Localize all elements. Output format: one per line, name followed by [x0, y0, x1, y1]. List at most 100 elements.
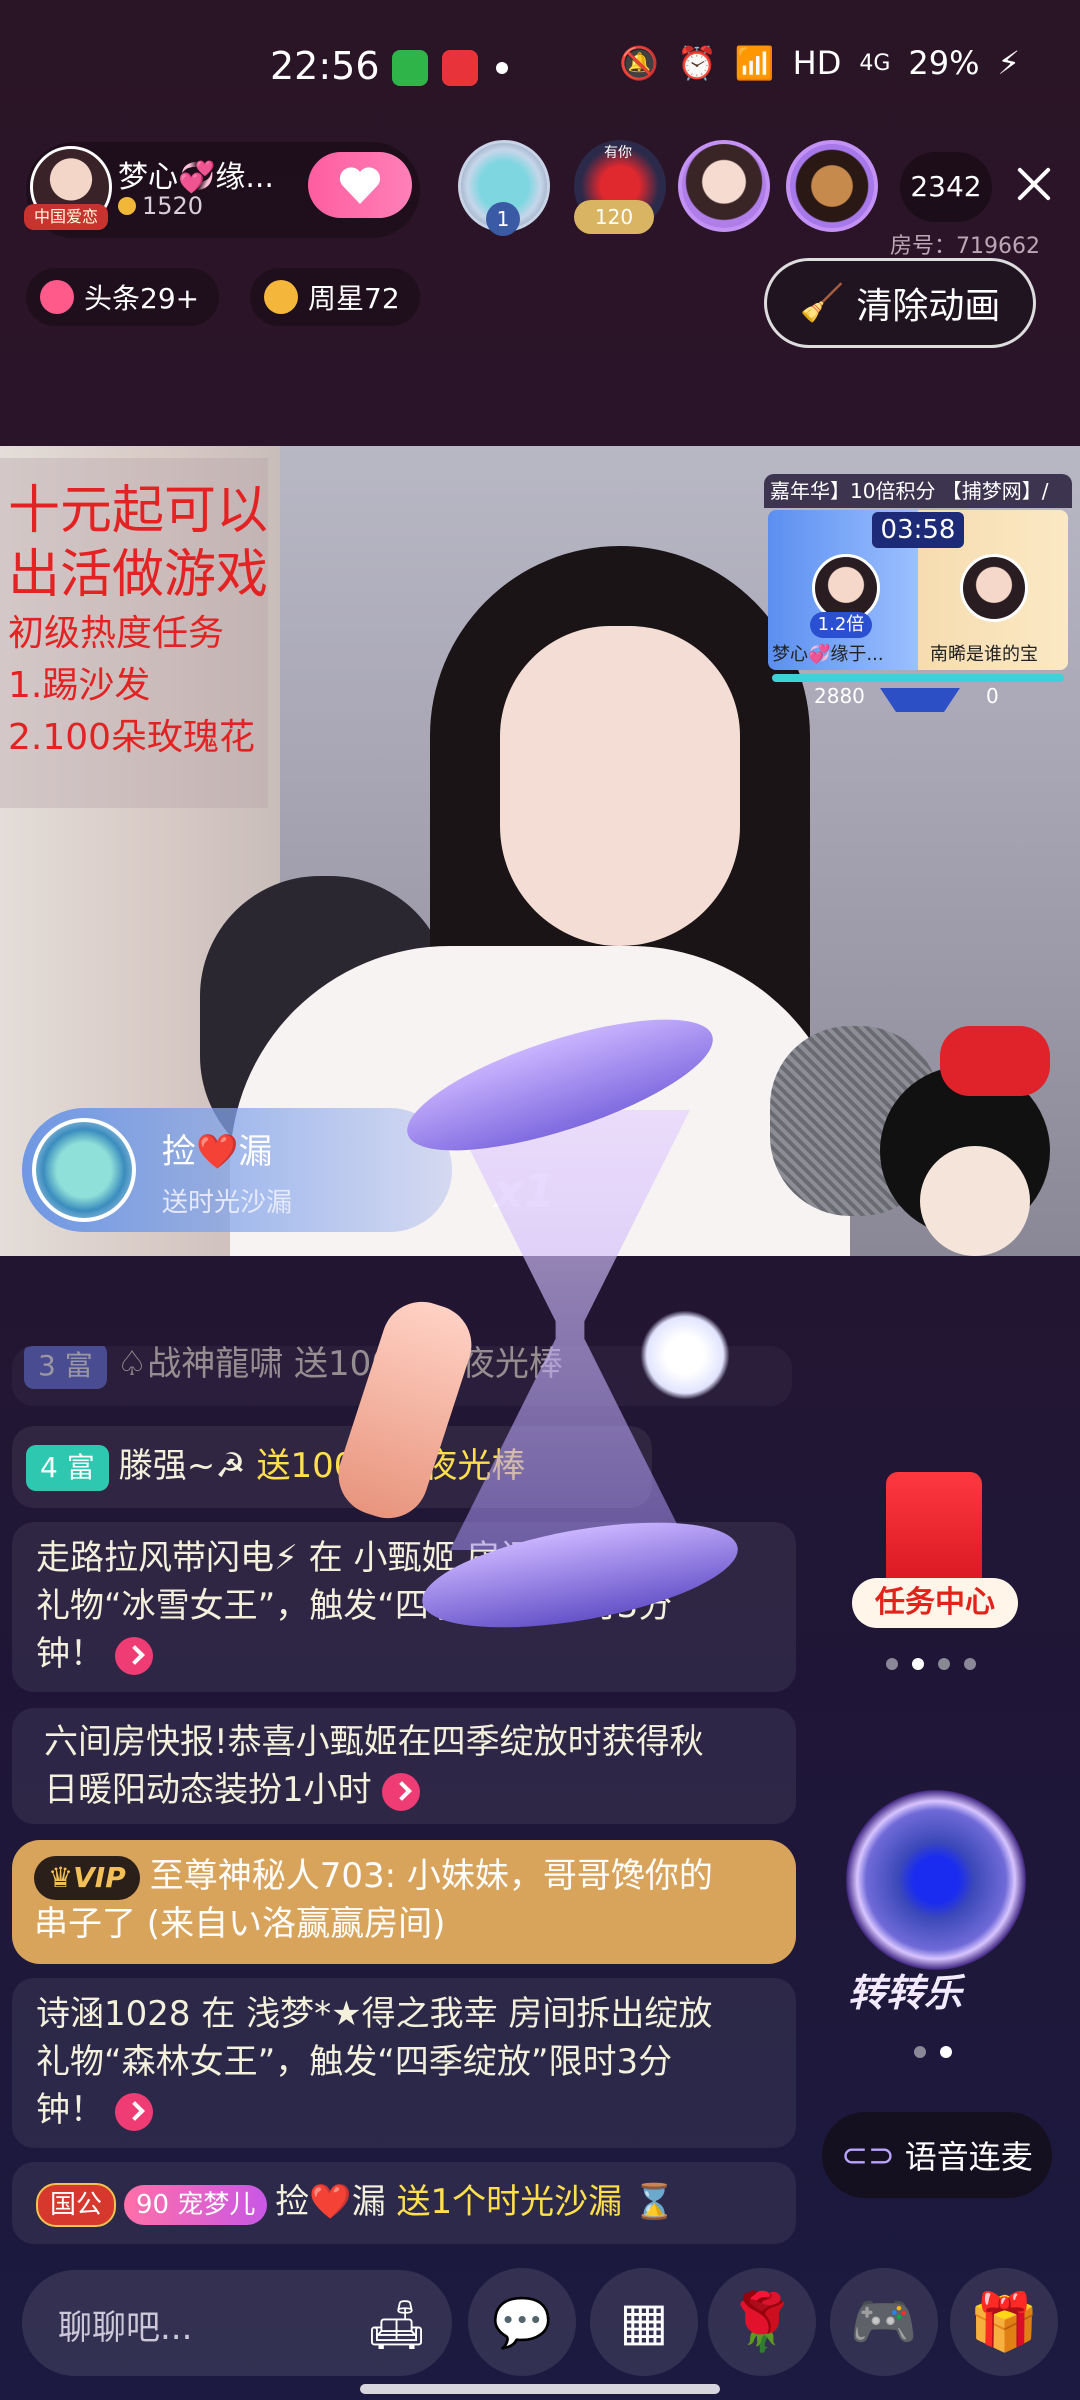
pk-right-score: 0: [986, 684, 999, 706]
promo-line-3: 初级热度任务: [8, 613, 225, 654]
chat-message[interactable]: 国公 90 宠梦儿 捡❤️漏 送1个时光沙漏 ⌛: [12, 2162, 796, 2244]
vip-chat-message[interactable]: ♛VIP 至尊神秘人703: 小妹妹，哥哥馋你的 串子了 (来自い洛赢赢房间): [12, 1840, 796, 1964]
wealth-level-badge: 3 富: [24, 1346, 107, 1389]
pk-multiplier: 1.2倍: [810, 612, 872, 638]
gift-icon: 🎁: [969, 2290, 1039, 2355]
alarm-icon: ⏰: [676, 44, 717, 82]
hourglass-ribbon: [328, 1291, 482, 1529]
viewer-avatar-4[interactable]: [786, 140, 878, 232]
spin-wheel-label[interactable]: 转转乐: [848, 1962, 962, 2017]
status-time: 22:56: [270, 44, 380, 88]
star-icon: [264, 280, 298, 314]
viewer-avatar-3[interactable]: [678, 140, 770, 232]
pager-dot: [886, 1658, 898, 1670]
pk-left-name: 梦心💞缘于...: [772, 644, 884, 665]
coin-icon: [118, 197, 136, 215]
pk-header: 嘉年华】10倍积分 【捕梦网】/: [764, 474, 1072, 508]
wealth-level-badge: 4 富: [26, 1445, 109, 1491]
chat-message[interactable]: 六间房快报!恭喜小甄姬在四季绽放时获得秋 日暖阳动态装扮1小时: [12, 1708, 796, 1824]
gift-sender-avatar[interactable]: [32, 1118, 136, 1222]
pk-right-name: 南晞是谁的宝: [930, 644, 1038, 665]
apps-button[interactable]: ▦: [590, 2268, 698, 2376]
promo-line-2: 出活做游戏: [8, 545, 269, 605]
fan-level: 90: [136, 2190, 170, 2220]
rose-icon: 🌹: [727, 2290, 797, 2355]
more-notifications-icon: [496, 62, 508, 74]
pk-battle-widget[interactable]: 嘉年华】10倍积分 【捕梦网】/ 03:58 1.2倍 梦心💞缘于... 南晞是…: [764, 474, 1072, 706]
heart-plus-icon: [339, 166, 381, 204]
pk-left-score: 2880: [814, 684, 865, 706]
plush-bow: [940, 1026, 1050, 1096]
home-indicator[interactable]: [360, 2384, 720, 2394]
viewer-avatar-2-caption: 有你: [604, 145, 632, 161]
shopping-app-icon: [392, 50, 428, 86]
chat-message[interactable]: 诗涵1028 在 浅梦*★得之我幸 房间拆出绽放 礼物“森林女王”，触发“四季绽…: [12, 1978, 796, 2148]
viewer-count[interactable]: 2342: [900, 152, 992, 222]
chat-gift-text: 送1个时光沙漏: [396, 2182, 623, 2222]
pager-dot: [964, 1658, 976, 1670]
chat-username[interactable]: 滕强~☭: [119, 1446, 246, 1486]
voice-link-button[interactable]: ⊂⊃ 语音连麦: [822, 2112, 1052, 2198]
host-name[interactable]: 梦心💞缘...: [118, 152, 274, 196]
chat-line: 串子了 (来自い洛赢赢房间): [34, 1904, 446, 1944]
chat-line: 钟！: [36, 2090, 104, 2130]
hourglass-gift-animation: [328, 992, 790, 1648]
game-button[interactable]: 🎮: [830, 2268, 938, 2376]
pk-right-avatar[interactable]: [960, 554, 1028, 622]
streamer-face: [500, 626, 740, 946]
message-icon: 💬: [492, 2294, 552, 2351]
video-app-icon: [442, 50, 478, 86]
viewer-badge-1: 1: [486, 202, 520, 236]
gift-sender-name: 捡❤️漏: [162, 1132, 273, 1172]
wifi-icon: 📶: [734, 44, 775, 82]
chat-username[interactable]: 捡❤️漏: [275, 2182, 385, 2222]
battery-label: 29%: [908, 44, 980, 82]
chevron-right-icon[interactable]: [114, 1636, 153, 1675]
pager-dot-active: [940, 2046, 952, 2058]
broom-icon: 🧹: [799, 283, 845, 324]
pk-timer: 03:58: [872, 512, 964, 548]
headline-chip[interactable]: 头条29+: [26, 268, 220, 326]
chat-input-placeholder[interactable]: 聊聊吧...: [58, 2300, 192, 2349]
sofa-icon[interactable]: 🛋: [366, 2296, 427, 2353]
pager-dot: [914, 2046, 926, 2058]
fan-group-name: 宠梦儿: [177, 2190, 256, 2220]
gift-button[interactable]: 🎁: [950, 2268, 1058, 2376]
weekly-star-chip[interactable]: 周星72: [250, 268, 420, 326]
message-button[interactable]: 💬: [468, 2268, 576, 2376]
network-label: HD: [792, 44, 842, 82]
room-number: 房号：719662: [890, 234, 1040, 259]
clear-animation-button[interactable]: 🧹 清除动画: [764, 258, 1036, 348]
fan-tag: 90 宠梦儿: [124, 2185, 268, 2225]
pager-dot: [938, 1658, 950, 1670]
chat-line: 六间房快报!恭喜小甄姬在四季绽放时获得秋: [44, 1722, 704, 1762]
chevron-right-icon[interactable]: [382, 1772, 421, 1811]
chat-line: 诗涵1028 在 浅梦*★得之我幸 房间拆出绽放: [36, 1994, 713, 2034]
chat-line: 日暖阳动态装扮1小时: [44, 1770, 372, 1810]
rose-gift-button[interactable]: 🌹: [708, 2268, 816, 2376]
plush-face: [920, 1146, 1030, 1256]
weekly-star-label: 周星72: [308, 282, 400, 315]
gamepad-icon: 🎮: [850, 2290, 918, 2353]
grid-icon: ▦: [619, 2292, 669, 2352]
follow-button[interactable]: [308, 152, 412, 218]
hourglass-gift-icon: ⌛: [633, 2182, 676, 2222]
red-envelope-icon: [886, 1472, 982, 1592]
chevron-right-icon[interactable]: [114, 2092, 153, 2131]
rank-tag: 国公: [36, 2183, 117, 2227]
headline-label: 头条29+: [84, 282, 200, 315]
link-icon: ⊂⊃: [841, 2136, 895, 2174]
mute-icon: 🔕: [619, 44, 659, 82]
task-center-button[interactable]: 任务中心: [842, 1472, 1028, 1642]
chat-line: 礼物“森林女王”，触发“四季绽放”限时3分: [36, 2042, 673, 2082]
task-pager-dots: [886, 1658, 976, 1670]
promo-line-5: 2.100朵玫瑰花: [8, 717, 256, 758]
spin-wheel-icon[interactable]: [846, 1790, 1026, 1970]
chat-line: 至尊神秘人703: 小妹妹，哥哥馋你的: [149, 1856, 713, 1896]
viewer-badge-2: 120: [574, 200, 654, 234]
chat-line: 钟！: [36, 1634, 104, 1674]
vip-badge: ♛VIP: [34, 1856, 140, 1900]
promo-board: 十元起可以 出活做游戏 初级热度任务 1.踢沙发 2.100朵玫瑰花: [0, 458, 268, 808]
status-bar: 22:56 🔕 ⏰ 📶 HD 4G 29% ⚡: [0, 0, 1080, 140]
close-icon[interactable]: [1010, 160, 1058, 208]
